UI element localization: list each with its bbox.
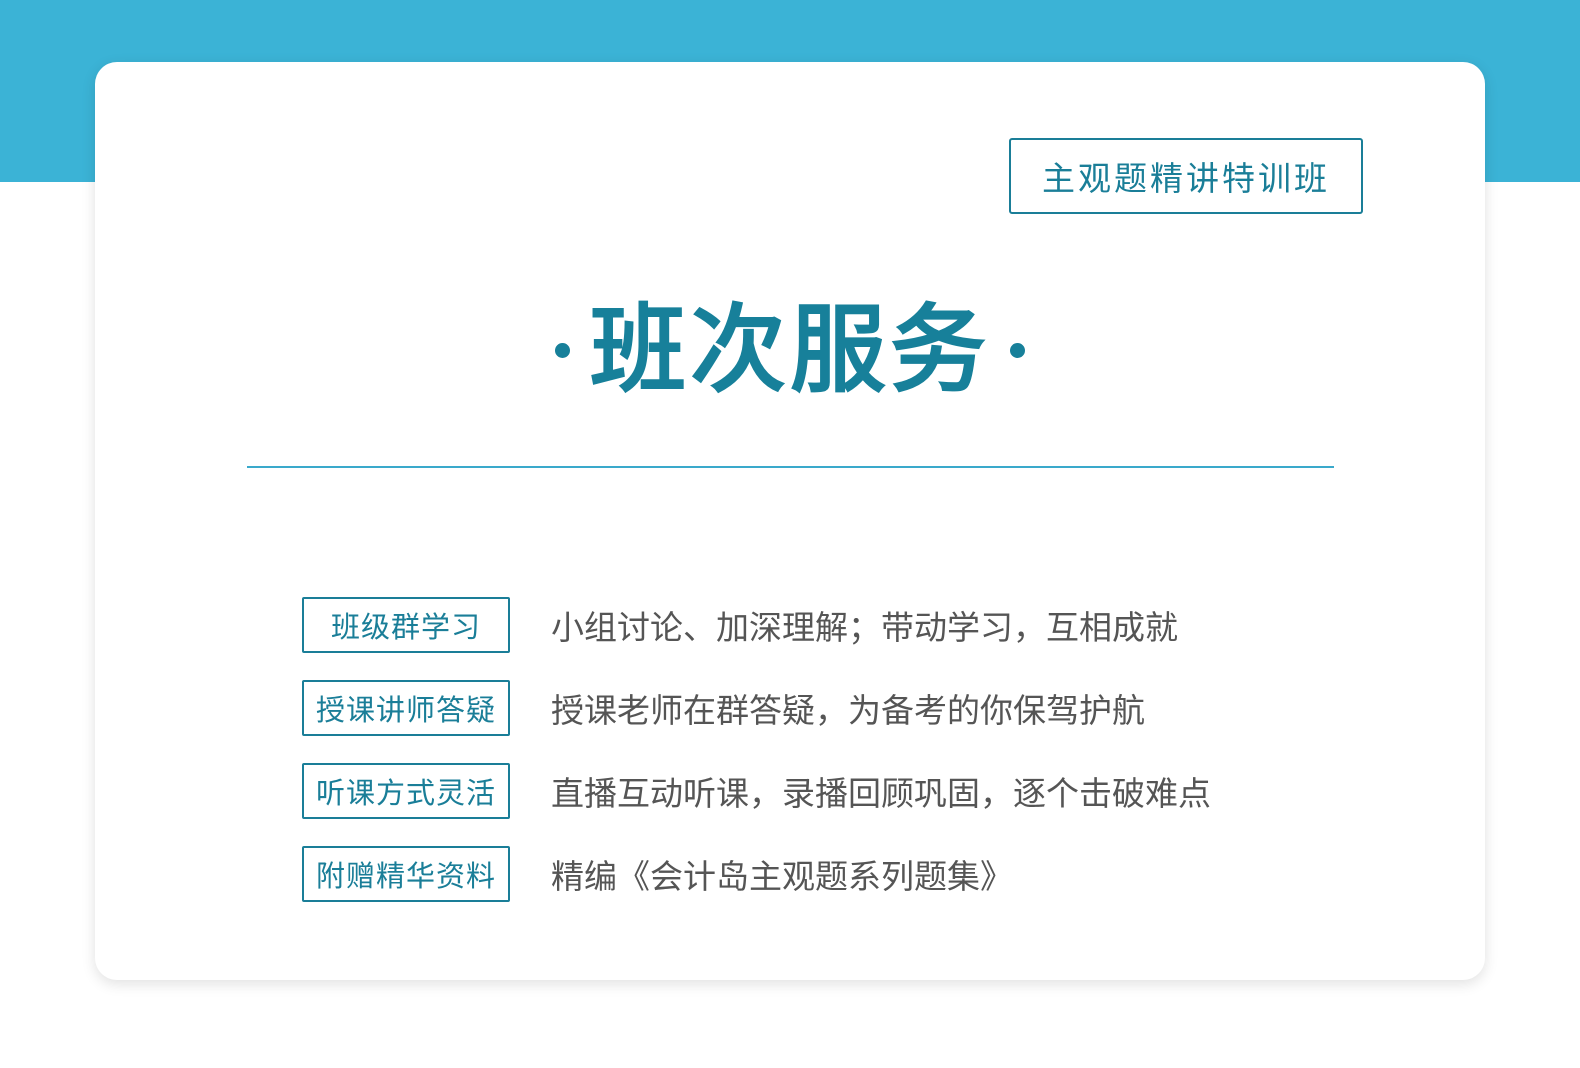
service-description: 精编《会计岛主观题系列题集》 bbox=[551, 857, 1013, 896]
service-description: 授课老师在群答疑，为备考的你保驾护航 bbox=[551, 691, 1145, 730]
service-row: 班级群学习 小组讨论、加深理解；带动学习，互相成就 bbox=[302, 597, 1342, 653]
title-dot-right bbox=[1010, 342, 1025, 358]
service-description: 直播互动听课，录播回顾巩固，逐个击破难点 bbox=[551, 774, 1211, 813]
service-tag: 授课讲师答疑 bbox=[302, 680, 510, 736]
service-description: 小组讨论、加深理解；带动学习，互相成就 bbox=[551, 608, 1178, 647]
course-badge: 主观题精讲特训班 bbox=[1009, 138, 1363, 214]
service-row: 授课讲师答疑 授课老师在群答疑，为备考的你保驾护航 bbox=[302, 680, 1342, 736]
service-list: 班级群学习 小组讨论、加深理解；带动学习，互相成就 授课讲师答疑 授课老师在群答… bbox=[302, 597, 1342, 929]
course-badge-label: 主观题精讲特训班 bbox=[1042, 159, 1330, 198]
section-title: 班次服务 bbox=[0, 290, 1580, 410]
title-dot-left bbox=[555, 342, 570, 358]
section-title-text: 班次服务 bbox=[590, 294, 990, 406]
service-tag: 班级群学习 bbox=[302, 597, 510, 653]
service-tag: 附赠精华资料 bbox=[302, 846, 510, 902]
service-row: 附赠精华资料 精编《会计岛主观题系列题集》 bbox=[302, 846, 1342, 902]
title-divider bbox=[247, 466, 1334, 468]
service-row: 听课方式灵活 直播互动听课，录播回顾巩固，逐个击破难点 bbox=[302, 763, 1342, 819]
service-tag: 听课方式灵活 bbox=[302, 763, 510, 819]
